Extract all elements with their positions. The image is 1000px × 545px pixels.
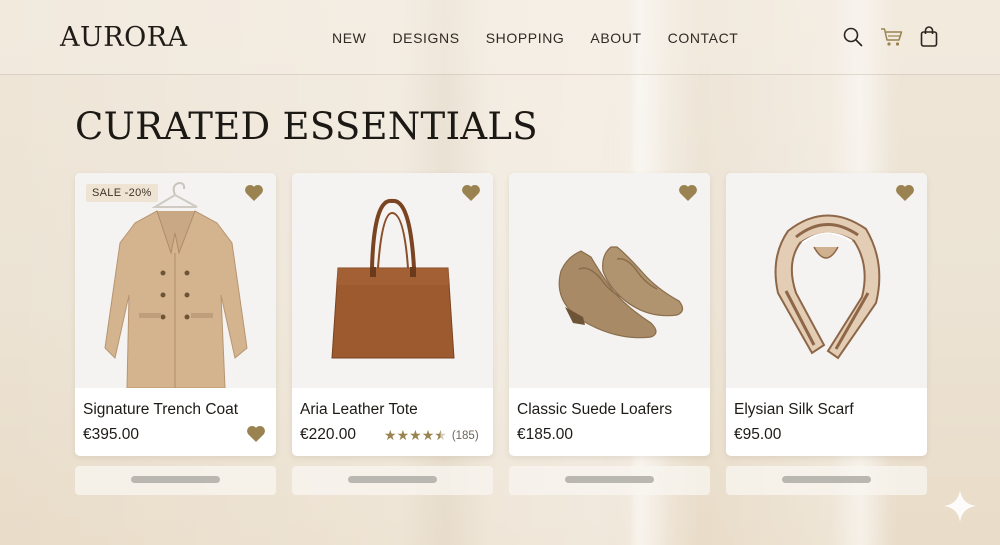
placeholder-bar bbox=[131, 476, 220, 483]
product-card-trench-coat[interactable]: SALE -20% Signature Trench Coat €395.00 bbox=[75, 173, 276, 456]
product-price: €95.00 bbox=[734, 426, 782, 443]
star-icon: ★ bbox=[396, 427, 410, 443]
review-count[interactable]: (185) bbox=[452, 430, 479, 442]
product-price: €220.00 bbox=[300, 426, 357, 443]
brand-logo[interactable]: AURORA bbox=[60, 22, 188, 53]
heart-icon[interactable] bbox=[461, 184, 481, 202]
main-nav: NEW DESIGNS SHOPPING ABOUT CONTACT bbox=[332, 30, 738, 46]
heart-icon[interactable] bbox=[246, 425, 266, 443]
product-card-tote[interactable]: Aria Leather Tote €220.00 ★★★★★ (185) bbox=[292, 173, 493, 456]
product-card-scarf[interactable]: Elysian Silk Scarf €95.00 bbox=[726, 173, 927, 456]
loafers-image[interactable] bbox=[509, 173, 710, 388]
sparkle-icon bbox=[942, 488, 978, 524]
search-icon[interactable] bbox=[842, 26, 864, 48]
placeholder-bar bbox=[565, 476, 654, 483]
star-icon: ★ bbox=[409, 427, 422, 443]
cart-icon[interactable] bbox=[880, 26, 903, 48]
nav-item-about[interactable]: ABOUT bbox=[590, 30, 641, 46]
heart-icon[interactable] bbox=[244, 184, 264, 202]
nav-item-shopping[interactable]: SHOPPING bbox=[486, 30, 565, 46]
silk-scarf-image[interactable] bbox=[726, 173, 927, 388]
header-actions bbox=[842, 26, 940, 48]
trench-coat-image[interactable]: SALE -20% bbox=[75, 173, 276, 388]
page-title: CURATED ESSENTIALS bbox=[75, 105, 538, 148]
bag-icon[interactable] bbox=[918, 26, 940, 48]
heart-icon[interactable] bbox=[895, 184, 915, 202]
product-price: €185.00 bbox=[517, 426, 574, 443]
product-price: €395.00 bbox=[83, 426, 140, 443]
product-name[interactable]: Aria Leather Tote bbox=[300, 401, 418, 419]
star-icon: ★ bbox=[434, 427, 447, 443]
placeholder-button[interactable] bbox=[75, 466, 276, 495]
placeholder-bar bbox=[782, 476, 871, 483]
product-name[interactable]: Classic Suede Loafers bbox=[517, 401, 672, 419]
product-name[interactable]: Elysian Silk Scarf bbox=[734, 401, 854, 419]
loading-placeholders bbox=[75, 466, 927, 495]
nav-item-designs[interactable]: DESIGNS bbox=[392, 30, 459, 46]
heart-icon[interactable] bbox=[678, 184, 698, 202]
nav-item-contact[interactable]: CONTACT bbox=[668, 30, 739, 46]
rating-stars: ★★★★★ bbox=[384, 427, 447, 444]
product-grid: SALE -20% Signature Trench Coat €395.00 … bbox=[75, 173, 927, 456]
site-header: AURORA NEW DESIGNS SHOPPING ABOUT CONTAC… bbox=[0, 0, 1000, 75]
tote-bag-image[interactable] bbox=[292, 173, 493, 388]
placeholder-button[interactable] bbox=[726, 466, 927, 495]
product-rating: ★★★★★ (185) bbox=[384, 427, 479, 444]
placeholder-button[interactable] bbox=[292, 466, 493, 495]
product-card-loafers[interactable]: Classic Suede Loafers €185.00 bbox=[509, 173, 710, 456]
nav-item-new[interactable]: NEW bbox=[332, 30, 366, 46]
star-icon: ★ bbox=[421, 427, 435, 443]
product-name[interactable]: Signature Trench Coat bbox=[83, 401, 238, 419]
star-icon: ★ bbox=[384, 427, 397, 443]
placeholder-button[interactable] bbox=[509, 466, 710, 495]
sale-badge: SALE -20% bbox=[86, 184, 158, 202]
placeholder-bar bbox=[348, 476, 437, 483]
